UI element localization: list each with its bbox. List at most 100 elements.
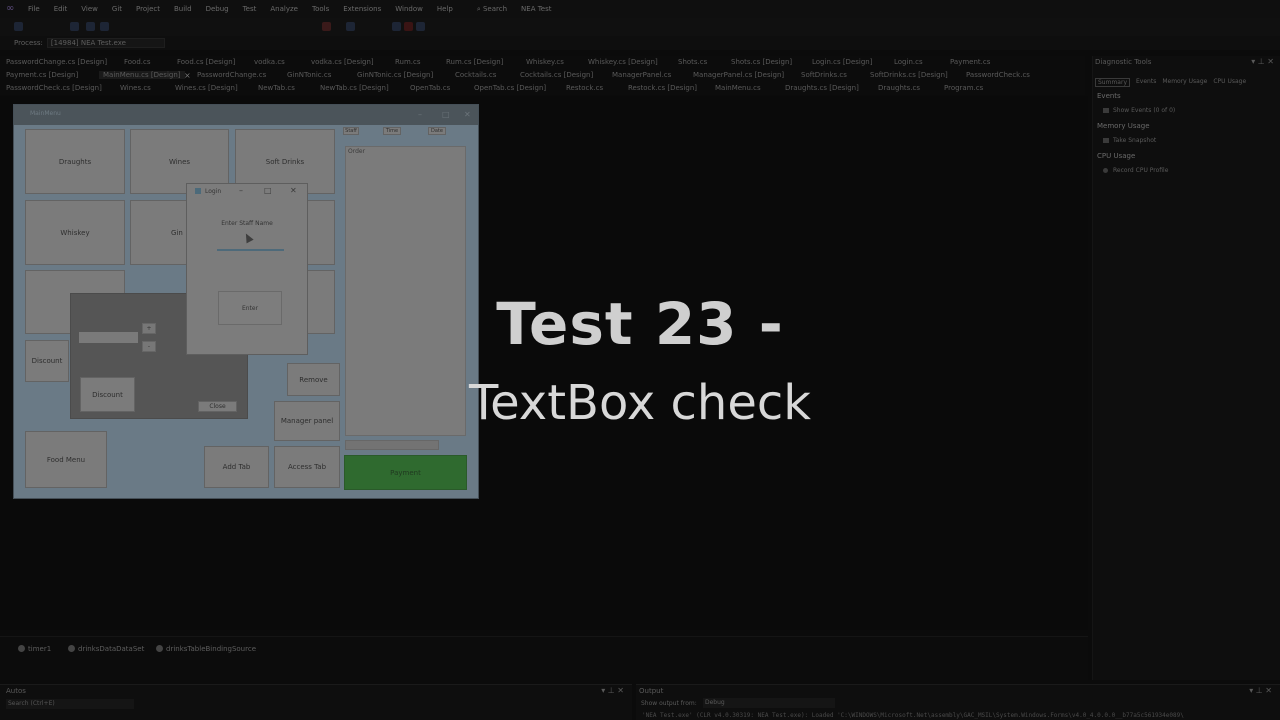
binding-source-component[interactable]: drinksTableBindingSource [156,645,256,653]
document-tab[interactable]: Rum.cs [Design] [446,58,503,66]
document-tab[interactable]: PasswordCheck.cs [966,71,1030,79]
take-snapshot-button[interactable]: Take Snapshot [1113,137,1156,144]
document-tab[interactable]: Payment.cs [950,58,990,66]
menu-project[interactable]: Project [136,5,160,13]
panel-controls-icon[interactable]: ▾ ⊥ ✕ [1251,57,1274,66]
document-tab[interactable]: Cocktails.cs [455,71,496,79]
menu-git[interactable]: Git [112,5,122,13]
tab-cpu-usage[interactable]: CPU Usage [1213,78,1246,87]
document-tab[interactable]: MainMenu.cs [715,84,761,92]
document-tab[interactable]: Restock.cs [Design] [628,84,697,92]
document-tab[interactable]: NewTab.cs [Design] [320,84,389,92]
record-cpu-profile-button[interactable]: Record CPU Profile [1113,167,1168,174]
show-events-link[interactable]: Show Events (0 of 0) [1113,107,1175,114]
document-tab[interactable]: Shots.cs [678,58,707,66]
document-tab[interactable]: GinNTonic.cs [287,71,331,79]
close-icon[interactable]: ✕ [464,110,471,119]
document-tab[interactable]: Draughts.cs [878,84,920,92]
search-menu[interactable]: ⌕ Search [477,5,507,14]
document-tab[interactable]: Food.cs [124,58,151,66]
menu-view[interactable]: View [81,5,98,13]
maximize-icon[interactable]: □ [442,110,450,119]
menu-analyze[interactable]: Analyze [270,5,298,13]
whiskey-button[interactable]: Whiskey [25,200,125,265]
document-tab[interactable]: Payment.cs [Design] [6,71,78,79]
menu-debug[interactable]: Debug [206,5,229,13]
pause-icon[interactable] [392,22,401,31]
access-tab-button[interactable]: Access Tab [274,446,340,488]
document-tab[interactable]: Cocktails.cs [Design] [520,71,593,79]
save-all-icon[interactable] [100,22,109,31]
timer-component[interactable]: timer1 [18,645,51,653]
document-tab[interactable]: Shots.cs [Design] [731,58,792,66]
minimize-icon[interactable]: – [239,186,243,195]
document-tab[interactable]: vodka.cs [Design] [311,58,374,66]
dataset-component[interactable]: drinksDataDataSet [68,645,144,653]
document-tab[interactable]: ManagerPanel.cs [612,71,671,79]
menu-file[interactable]: File [28,5,40,13]
document-tab[interactable]: NewTab.cs [258,84,295,92]
document-tab[interactable]: Login.cs [Design] [812,58,872,66]
document-tab[interactable]: SoftDrinks.cs [801,71,847,79]
maximize-icon[interactable]: □ [264,186,272,195]
document-tab[interactable]: PasswordChange.cs [Design] [6,58,107,66]
stop-icon[interactable] [404,22,413,31]
apply-discount-button[interactable]: Discount [80,377,135,412]
document-tab[interactable]: Whiskey.cs [Design] [588,58,658,66]
panel-controls-icon[interactable]: ▾ ⊥ ✕ [601,686,624,695]
document-tab[interactable]: Wines.cs [Design] [175,84,238,92]
document-tab[interactable]: MainMenu.cs [Design] [99,71,185,79]
close-tab-icon[interactable]: × [184,71,191,80]
discount-close-button[interactable]: Close [198,401,237,412]
tab-memory-usage[interactable]: Memory Usage [1162,78,1207,87]
discount-input[interactable] [79,332,138,343]
document-tab[interactable]: Restock.cs [566,84,603,92]
payment-button[interactable]: Payment [344,455,467,490]
total-textbox[interactable] [345,440,439,450]
document-tab[interactable]: SoftDrinks.cs [Design] [870,71,948,79]
tab-summary[interactable]: Summary [1095,78,1130,87]
manager-panel-button[interactable]: Manager panel [274,401,340,441]
minimize-icon[interactable]: – [418,110,422,119]
process-dropdown[interactable]: [14984] NEA Test.exe [46,38,165,48]
panel-controls-icon[interactable]: ▾ ⊥ ✕ [1249,686,1272,695]
document-tab[interactable]: Login.cs [894,58,923,66]
discount-side-button[interactable]: Discount [25,340,69,382]
draughts-button[interactable]: Draughts [25,129,125,194]
restart-icon[interactable] [416,22,425,31]
document-tab[interactable]: GinNTonic.cs [Design] [357,71,433,79]
document-tab[interactable]: Whiskey.cs [526,58,564,66]
menu-test[interactable]: Test [243,5,257,13]
remove-button[interactable]: Remove [287,363,340,396]
document-tab[interactable]: Food.cs [Design] [177,58,235,66]
autos-search-input[interactable]: Search (Ctrl+E) [6,699,134,709]
output-source-dropdown[interactable]: Debug [703,698,835,708]
discount-plus-button[interactable]: + [142,323,156,334]
new-project-icon[interactable] [70,22,79,31]
document-tab[interactable]: OpenTab.cs [410,84,450,92]
menu-extensions[interactable]: Extensions [343,5,381,13]
menu-build[interactable]: Build [174,5,192,13]
breakpoint-icon[interactable] [322,22,331,31]
document-tab[interactable]: PasswordCheck.cs [Design] [6,84,102,92]
enter-button[interactable]: Enter [218,291,282,325]
tab-events[interactable]: Events [1136,78,1156,87]
save-icon[interactable] [86,22,95,31]
document-tab[interactable]: PasswordChange.cs [197,71,266,79]
document-tab[interactable]: Program.cs [944,84,983,92]
document-tab[interactable]: vodka.cs [254,58,285,66]
document-tab[interactable]: Rum.cs [395,58,421,66]
add-tab-button[interactable]: Add Tab [204,446,269,488]
hot-reload-icon[interactable] [346,22,355,31]
close-icon[interactable]: ✕ [290,186,297,195]
document-tab[interactable]: OpenTab.cs [Design] [474,84,546,92]
menu-window[interactable]: Window [395,5,423,13]
document-tab[interactable]: Wines.cs [120,84,151,92]
menu-help[interactable]: Help [437,5,453,13]
food-menu-button[interactable]: Food Menu [25,431,107,488]
discount-minus-button[interactable]: - [142,341,156,352]
menu-tools[interactable]: Tools [312,5,329,13]
document-tab[interactable]: ManagerPanel.cs [Design] [693,71,784,79]
menu-edit[interactable]: Edit [54,5,68,13]
back-icon[interactable] [14,22,23,31]
